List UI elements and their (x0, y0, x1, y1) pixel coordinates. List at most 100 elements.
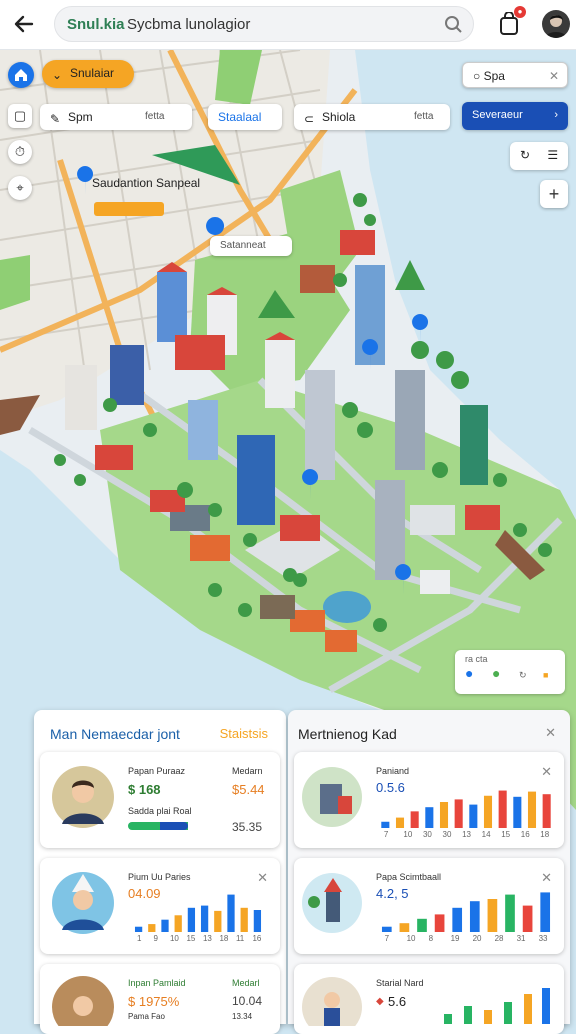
chip-stalata[interactable]: Staalaal (208, 104, 282, 130)
card-2-bar-chart (381, 790, 551, 828)
tick-label: 7 (383, 830, 389, 839)
bar (161, 919, 169, 932)
edit-icon: ✎ (50, 112, 61, 126)
back-arrow-icon[interactable] (10, 10, 38, 38)
bar (417, 918, 427, 932)
refresh-icon[interactable]: ↻ (520, 148, 530, 162)
card-6-value: 5.6 (388, 994, 407, 1009)
card-4-bar-chart (381, 892, 551, 932)
tick-label: 28 (494, 934, 504, 943)
bar (513, 796, 522, 828)
search-small-label: Spa (483, 69, 505, 83)
search-icon[interactable] (443, 14, 463, 34)
tick-label: 30 (442, 830, 452, 839)
tick-label: 10 (403, 830, 413, 839)
bar (395, 817, 405, 828)
bar (483, 795, 493, 828)
tick-label: 1 (136, 934, 142, 943)
bar (425, 807, 434, 828)
card-3-bar-chart (134, 894, 262, 932)
card-4-label: Papa Scimtbaall (376, 872, 442, 882)
card-2-label: Paniand (376, 766, 410, 776)
bar (540, 892, 551, 932)
tick-label: 13 (202, 934, 212, 943)
card-1-sub-label: Sadda plai Roal (128, 806, 192, 816)
layers-button[interactable]: ▢ (8, 104, 32, 128)
map-label-satanneat[interactable]: Satanneat (210, 236, 292, 256)
bar (469, 804, 478, 828)
tick-label: 18 (540, 830, 550, 839)
chip-shiola-tag: fetta (414, 111, 434, 122)
bar (522, 905, 533, 932)
card-1[interactable]: Papan Puraaz $ 168 Medarn $5.44 Sadda pl… (40, 752, 280, 848)
user-avatar[interactable] (542, 10, 570, 38)
green-dot-icon: ● (491, 665, 501, 681)
left-panel-title: Man Nemaecdar jont (50, 726, 180, 742)
card-3-ticks: 1 9 10 15 13 18 11 16 (132, 934, 264, 946)
card-1-side-value: $5.44 (232, 782, 265, 797)
chip-shiola[interactable]: ⊂ Shiola fetta (294, 104, 450, 130)
home-button[interactable] (8, 62, 34, 88)
card-2[interactable]: Paniand 0.5.6 ✕ 7 10 30 30 13 14 15 16 18 (294, 752, 564, 848)
card-5-side-value: 10.04 (232, 994, 263, 1008)
card-5-sub-label: Pama Fao (128, 1012, 165, 1021)
city-thumbnail-icon (302, 767, 362, 827)
card-3-label: Pium Uu Paries (128, 872, 191, 882)
location-button[interactable]: ⌖ (8, 176, 32, 200)
simulate-label: Snulaiar (70, 66, 115, 80)
card-1-sub-value: 35.35 (232, 820, 263, 834)
map-label-saudantion: Saudantion Sanpeal (92, 176, 200, 190)
tick-label: 16 (520, 830, 530, 839)
close-icon[interactable]: ✕ (541, 870, 552, 886)
bar (253, 910, 262, 932)
alarm-button[interactable]: ⏱ (8, 140, 32, 164)
tick-label: 16 (252, 934, 262, 943)
bar (214, 910, 222, 932)
bar (227, 894, 235, 932)
card-4[interactable]: Papa Scimtbaall 4.2, 5 ✕ 7 10 8 19 20 28 31 33 (294, 858, 564, 954)
refresh-menu-control[interactable]: ↻ ☰ (510, 142, 568, 170)
zoom-in-button[interactable]: + (540, 180, 568, 208)
tick-label: 20 (472, 934, 482, 943)
tick-label: 8 (428, 934, 434, 943)
bar (410, 811, 419, 828)
bar (381, 821, 390, 828)
blue-action-button[interactable]: Severaeur › (462, 102, 568, 130)
tick-label: 18 (219, 934, 229, 943)
bar (542, 794, 551, 828)
tick-label: 11 (235, 934, 245, 943)
home-icon (15, 69, 27, 81)
card-1-label: Papan Puraaz (128, 766, 186, 776)
card-5-side-label: Medarl (232, 978, 260, 988)
bar (200, 905, 209, 932)
search-bar[interactable]: Snul.kia Sycbma lunolagior (54, 6, 474, 42)
card-3[interactable]: Pium Uu Paries 04.09 ✕ 1 9 10 15 13 18 11 16 (40, 858, 280, 954)
card-1-value: $ 168 (128, 782, 161, 797)
search-small-icon: ○ (473, 69, 481, 83)
chip-spm-tag: fetta (145, 111, 165, 122)
bar (134, 926, 143, 932)
close-icon[interactable]: ✕ (545, 725, 556, 741)
menu-icon[interactable]: ☰ (547, 148, 558, 162)
chip-spm[interactable]: ✎ Spm fetta (40, 104, 192, 130)
map-label-2: Satanneat (220, 240, 266, 251)
tick-label: 15 (186, 934, 196, 943)
card-5-value: $ 1975% (128, 994, 180, 1009)
card-2-ticks: 7 10 30 30 13 14 15 16 18 (378, 830, 554, 842)
worker-thumbnail-icon (302, 977, 362, 1026)
close-icon[interactable]: ✕ (549, 63, 559, 89)
tower-thumbnail-icon (302, 873, 362, 933)
tick-label: 19 (450, 934, 460, 943)
small-search-chip[interactable]: ○ Spa ✕ (462, 62, 568, 88)
tick-label: 10 (406, 934, 416, 943)
notifications-icon[interactable]: ● (498, 6, 526, 36)
bar (469, 901, 480, 932)
bar (187, 907, 196, 932)
simulate-button[interactable]: ⌄ Snulaiar (42, 60, 134, 88)
bar (452, 907, 463, 932)
card-5-sub-value: 13.34 (232, 1012, 253, 1021)
chip-spm-label: Spm (68, 110, 93, 124)
left-panel-tab[interactable]: Staistsis (220, 726, 268, 741)
close-icon[interactable]: ✕ (257, 870, 268, 886)
tick-label: 31 (516, 934, 526, 943)
